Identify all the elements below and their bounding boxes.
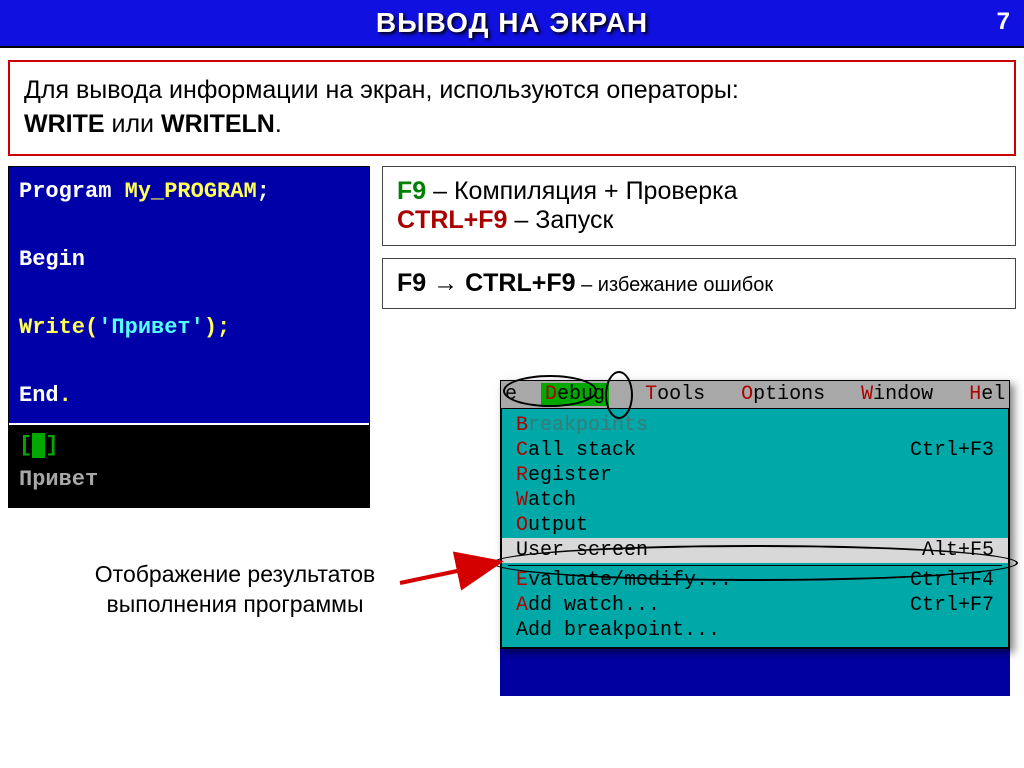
code-token: My_PROGRAM (125, 179, 257, 204)
menu-item-label: Call stack (516, 439, 636, 462)
debug-dropdown: BreakpointsCall stack Ctrl+F3 RegisterWatc… (501, 408, 1009, 648)
code-token: Program (19, 179, 125, 204)
menu-item-label: Evaluate/modify... (516, 569, 732, 592)
caption: Отображение результатов выполнения прогр… (60, 560, 410, 620)
key-f9-desc: – Компиляция + Проверка (426, 177, 737, 205)
code-token: 'Привет' (98, 315, 204, 340)
menu-bar: e Debug Tools Options Window Hel (501, 381, 1009, 408)
menu-item-label: Register (516, 464, 612, 487)
code-token: End (19, 383, 59, 408)
seq-f9: F9 (397, 269, 426, 297)
menu-help[interactable]: Hel (969, 383, 1005, 406)
menu-item-user-screen[interactable]: User screen Alt+F5 (502, 538, 1008, 563)
menu-item-label: Watch (516, 489, 576, 512)
menu-item-label: Add breakpoint... (516, 619, 720, 642)
code-token: Begin (19, 247, 85, 272)
page-number: 7 (997, 8, 1010, 36)
menu-item-shortcut: Ctrl+F3 (910, 439, 994, 462)
code-token: ); (204, 315, 230, 340)
menu-window[interactable]: Window (861, 383, 933, 406)
menu-item-label: Add watch... (516, 594, 660, 617)
code-editor: Program My_PROGRAM; Begin Write('Привет'… (8, 166, 370, 509)
code-token: ; (257, 179, 270, 204)
key-ctrl-f9-desc: – Запуск (507, 206, 613, 234)
info-box: Для вывода информации на экран, использу… (8, 60, 1016, 156)
caption-line-2: выполнения программы (60, 590, 410, 620)
key-f9: F9 (397, 177, 426, 205)
menu-item-output[interactable]: Output (502, 513, 1008, 538)
menu-item-label: Breakpoints (516, 414, 648, 437)
menu-item-watch[interactable]: Watch (502, 488, 1008, 513)
menu-item-shortcut: Ctrl+F7 (910, 594, 994, 617)
menu-item-call-stack[interactable]: Call stack Ctrl+F3 (502, 438, 1008, 463)
menu-item-evaluate-modify[interactable]: Evaluate/modify... Ctrl+F4 (502, 568, 1008, 593)
menu-debug[interactable]: Debug (541, 383, 609, 406)
output-text: Привет (19, 463, 359, 497)
ide-menu-screenshot: e Debug Tools Options Window Hel Breakpo… (500, 380, 1010, 649)
keyword-writeln: WRITELN (161, 110, 275, 138)
info-or: или (112, 110, 161, 138)
arrow-annotation (400, 558, 510, 588)
caption-line-1: Отображение результатов (60, 560, 410, 590)
seq-desc: – избежание ошибок (576, 274, 774, 296)
menu-item-register[interactable]: Register (502, 463, 1008, 488)
sequence-box: F9 → CTRL+F9 – избежание ошибок (382, 258, 1016, 309)
menu-item-shortcut: Alt+F5 (922, 539, 994, 562)
info-text: Для вывода информации на экран, использу… (24, 76, 739, 104)
program-output: [ ] Привет (9, 423, 369, 507)
key-ctrl-f9: CTRL+F9 (397, 206, 507, 234)
slide-title: ВЫВОД НА ЭКРАН (376, 7, 648, 39)
keyword-write: WRITE (24, 110, 105, 138)
menu-item-label: User screen (516, 539, 648, 562)
menu-item-shortcut: Ctrl+F4 (910, 569, 994, 592)
menu-item-label: Output (516, 514, 588, 537)
code-token: . (59, 383, 72, 408)
hotkeys-box: F9 – Компиляция + Проверка CTRL+F9 – Зап… (382, 166, 1016, 246)
seq-ctrlf9: CTRL+F9 (465, 269, 575, 297)
seq-arrow: → (426, 269, 465, 297)
menu-item-breakpoints[interactable]: Breakpoints (502, 413, 1008, 438)
info-dot: . (275, 110, 282, 138)
title-bar: ВЫВОД НА ЭКРАН 7 (0, 0, 1024, 48)
menu-item-add-breakpoint[interactable]: Add breakpoint... (502, 618, 1008, 643)
menu-item-add-watch[interactable]: Add watch... Ctrl+F7 (502, 593, 1008, 618)
menu-separator (508, 565, 1002, 566)
menu-tools[interactable]: Tools (645, 383, 705, 406)
code-token: Write( (19, 315, 98, 340)
menu-options[interactable]: Options (741, 383, 825, 406)
